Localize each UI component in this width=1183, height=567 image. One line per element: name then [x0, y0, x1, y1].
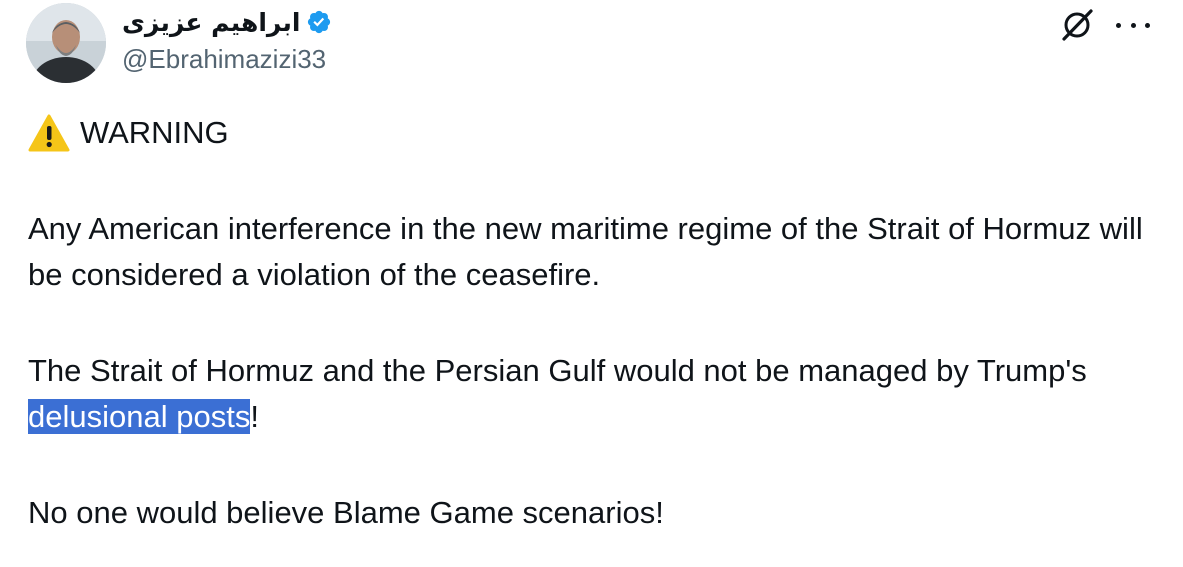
paragraph-2-text: The Strait of Hormuz and the Persian Gul…: [28, 353, 1087, 388]
author-display-name[interactable]: ابراهیم عزیزی: [122, 8, 300, 37]
warning-icon: [28, 113, 70, 153]
warning-line: WARNING: [28, 110, 1148, 156]
tweet-text: WARNING Any American interference in the…: [28, 110, 1148, 536]
paragraph-2-end: !: [250, 399, 259, 434]
more-dot: [1130, 22, 1136, 28]
warning-label: WARNING: [80, 115, 229, 150]
more-dot: [1145, 22, 1150, 28]
avatar-image: [26, 3, 106, 83]
verified-badge-icon[interactable]: [306, 9, 332, 35]
tweet-paragraph-2: The Strait of Hormuz and the Persian Gul…: [28, 348, 1148, 440]
tweet-paragraph-3: No one would believe Blame Game scenario…: [28, 495, 664, 530]
tweet-paragraph-1: Any American interference in the new mar…: [28, 211, 1143, 292]
grok-icon[interactable]: [1058, 6, 1096, 44]
more-dot: [1116, 22, 1121, 28]
selected-text[interactable]: delusional posts: [28, 399, 251, 434]
tweet-header: ابراهیم عزیزی @Ebrahimazizi33: [0, 0, 1183, 90]
author-name-row[interactable]: ابراهیم عزیزی: [122, 4, 332, 40]
author-handle[interactable]: @Ebrahimazizi33: [122, 44, 326, 75]
avatar[interactable]: [26, 3, 106, 83]
more-icon[interactable]: [1116, 10, 1150, 40]
